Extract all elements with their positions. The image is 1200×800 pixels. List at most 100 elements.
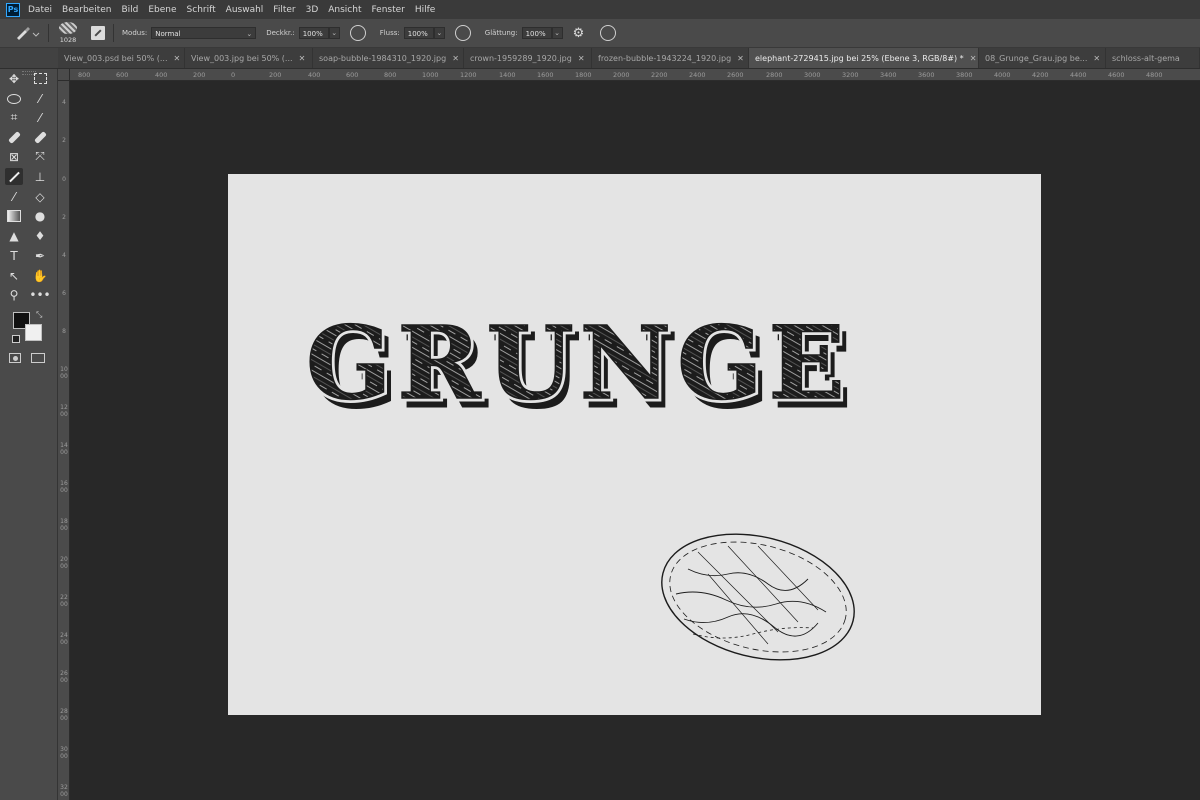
quick-mask-icon[interactable] bbox=[9, 353, 21, 363]
menu-filter[interactable]: Filter bbox=[273, 5, 295, 15]
swap-colors-icon[interactable]: ⤡ bbox=[36, 310, 42, 320]
eyedropper-icon[interactable]: ⁄ bbox=[31, 109, 49, 126]
sharpen-icon[interactable]: ▲ bbox=[5, 227, 23, 244]
separator bbox=[113, 24, 114, 42]
ruler-origin[interactable] bbox=[58, 69, 70, 81]
menu-bearbeiten[interactable]: Bearbeiten bbox=[62, 5, 111, 15]
ruler-tick-label: 2600 bbox=[727, 71, 744, 79]
default-colors-icon[interactable] bbox=[12, 335, 20, 343]
marquee-icon[interactable] bbox=[31, 70, 49, 87]
tools-panel: ✥ ⁄ ⌗ ⁄ ⊠ ⤧ ⊥ ⁄ ◇ ● ▲ ♦ T ✒ ↖ ✋ ⚲ ••• ⤡ bbox=[0, 69, 58, 800]
glaettung-input[interactable]: 100% bbox=[521, 27, 552, 39]
healing-brush-icon[interactable] bbox=[5, 129, 23, 146]
ruler-tick-label: 200 bbox=[269, 71, 282, 79]
brush-panel-toggle-icon[interactable] bbox=[91, 26, 105, 40]
ruler-tick-label: 3000 bbox=[60, 746, 68, 760]
history-brush-icon[interactable]: ⁄ bbox=[5, 188, 23, 205]
ruler-tick-label: 600 bbox=[116, 71, 129, 79]
menu-hilfe[interactable]: Hilfe bbox=[415, 5, 435, 15]
tab-frozen-bubble[interactable]: frozen-bubble-1943224_1920.jpg ✕ bbox=[592, 48, 749, 68]
ruler-tick-label: 3600 bbox=[918, 71, 935, 79]
type-icon[interactable]: T bbox=[5, 247, 23, 264]
ruler-tick-label: 2200 bbox=[60, 594, 68, 608]
ruler-tick-label: 4 bbox=[62, 252, 66, 259]
path-select-icon[interactable]: ↖ bbox=[5, 267, 23, 284]
tab-label: 08_Grunge_Grau.jpg be... bbox=[985, 53, 1088, 63]
blur-icon[interactable]: ● bbox=[31, 207, 49, 224]
move-icon[interactable]: ✥ bbox=[5, 70, 23, 87]
crop-icon[interactable]: ⌗ bbox=[5, 109, 23, 126]
transform-icon[interactable]: ⤧ bbox=[31, 148, 49, 165]
menu-datei[interactable]: Datei bbox=[28, 5, 52, 15]
stamp-icon[interactable]: ⊥ bbox=[31, 168, 49, 185]
menu-schrift[interactable]: Schrift bbox=[187, 5, 216, 15]
canvas-artwork: GRUNGE GRUNGE GRUNGE bbox=[303, 301, 855, 661]
pressure-size-icon[interactable] bbox=[600, 25, 617, 41]
canvas-workspace[interactable]: GRUNGE GRUNGE GRUNGE bbox=[70, 81, 1200, 800]
fluss-label: Fluss: bbox=[379, 29, 400, 37]
ruler-tick-label: 1400 bbox=[60, 442, 68, 456]
tab-view-003-psd[interactable]: View_003.psd bei 50% (... ✕ bbox=[58, 48, 185, 68]
airbrush-icon[interactable] bbox=[454, 25, 471, 41]
tab-crown[interactable]: crown-1959289_1920.jpg ✕ bbox=[464, 48, 592, 68]
more-tools-icon[interactable]: ••• bbox=[29, 286, 50, 303]
tab-view-003-jpg[interactable]: View_003.jpg bei 50% (... ✕ bbox=[185, 48, 313, 68]
ruler-tick-label: 1600 bbox=[60, 480, 68, 494]
eraser-icon[interactable]: ◇ bbox=[31, 188, 49, 205]
glaettung-dropdown-button[interactable]: ⌄ bbox=[551, 27, 563, 39]
hand-icon[interactable]: ✋ bbox=[31, 267, 49, 284]
modus-select[interactable]: Normal ⌄ bbox=[151, 27, 257, 39]
pen-icon[interactable]: ✒ bbox=[31, 247, 49, 264]
pressure-opacity-icon[interactable] bbox=[349, 25, 366, 41]
ruler-tick-label: 6 bbox=[62, 290, 66, 297]
fluss-dropdown-button[interactable]: ⌄ bbox=[433, 27, 445, 39]
close-icon[interactable]: ✕ bbox=[452, 54, 459, 63]
screen-mode-icon[interactable] bbox=[31, 353, 45, 363]
ruler-tick-label: 2000 bbox=[60, 556, 68, 570]
ruler-tick-label: 1400 bbox=[499, 71, 516, 79]
ruler-tick-label: 2400 bbox=[689, 71, 706, 79]
deckkraft-dropdown-button[interactable]: ⌄ bbox=[328, 27, 340, 39]
separator bbox=[48, 24, 49, 42]
menu-ebene[interactable]: Ebene bbox=[148, 5, 176, 15]
tab-08-grunge-grau[interactable]: 08_Grunge_Grau.jpg be... ✕ bbox=[979, 48, 1106, 68]
options-bar: 1028 Modus: Normal ⌄ Deckkr.: 100% ⌄ Flu… bbox=[0, 19, 1200, 48]
deckkraft-input[interactable]: 100% bbox=[298, 27, 329, 39]
zoom-icon[interactable]: ⚲ bbox=[5, 286, 23, 303]
brush-tool-preset-icon[interactable] bbox=[14, 23, 40, 43]
ruler-tick-label: 600 bbox=[346, 71, 359, 79]
menu-3d[interactable]: 3D bbox=[306, 5, 319, 15]
menu-bild[interactable]: Bild bbox=[121, 5, 138, 15]
chevron-down-icon: ⌄ bbox=[246, 30, 253, 38]
background-color-swatch[interactable] bbox=[25, 324, 42, 341]
close-icon[interactable]: ✕ bbox=[1093, 54, 1100, 63]
menu-ansicht[interactable]: Ansicht bbox=[328, 5, 361, 15]
menu-fenster[interactable]: Fenster bbox=[371, 5, 404, 15]
close-icon[interactable]: ✕ bbox=[737, 54, 744, 63]
fluss-input[interactable]: 100% bbox=[403, 27, 434, 39]
brush-icon[interactable] bbox=[5, 168, 23, 185]
horizontal-ruler[interactable]: 800 600 400 200 0 200 400 600 800 1000 1… bbox=[70, 69, 1200, 81]
ruler-tick-label: 2800 bbox=[60, 708, 68, 722]
close-icon[interactable]: ✕ bbox=[970, 54, 977, 63]
close-icon[interactable]: ✕ bbox=[174, 54, 181, 63]
brush-settings-icon[interactable] bbox=[31, 129, 49, 146]
tab-soap-bubble[interactable]: soap-bubble-1984310_1920.jpg ✕ bbox=[313, 48, 464, 68]
tab-schloss[interactable]: schloss-alt-gema bbox=[1106, 48, 1200, 68]
lasso-icon[interactable] bbox=[5, 90, 23, 107]
document-tabs: View_003.psd bei 50% (... ✕ View_003.jpg … bbox=[0, 48, 1200, 69]
ruler-tick-label: 4 bbox=[62, 99, 66, 106]
gradient-icon[interactable] bbox=[5, 207, 23, 224]
vertical-ruler[interactable]: 4 2 0 2 4 6 8 1000 1200 1400 1600 1800 2… bbox=[58, 81, 70, 800]
document-canvas[interactable]: GRUNGE GRUNGE GRUNGE bbox=[228, 174, 1041, 715]
ruler-tick-label: 800 bbox=[78, 71, 91, 79]
magic-wand-icon[interactable]: ⁄ bbox=[31, 90, 49, 107]
brush-size-picker[interactable]: 1028 bbox=[57, 20, 79, 46]
smoothing-options-gear-icon[interactable]: ⚙ bbox=[573, 26, 585, 41]
dodge-icon[interactable]: ♦ bbox=[31, 227, 49, 244]
close-icon[interactable]: ✕ bbox=[299, 54, 306, 63]
menu-auswahl[interactable]: Auswahl bbox=[226, 5, 264, 15]
frame-icon[interactable]: ⊠ bbox=[5, 148, 23, 165]
close-icon[interactable]: ✕ bbox=[578, 54, 585, 63]
tab-elephant[interactable]: elephant-2729415.jpg bei 25% (Ebene 3, R… bbox=[749, 48, 979, 68]
